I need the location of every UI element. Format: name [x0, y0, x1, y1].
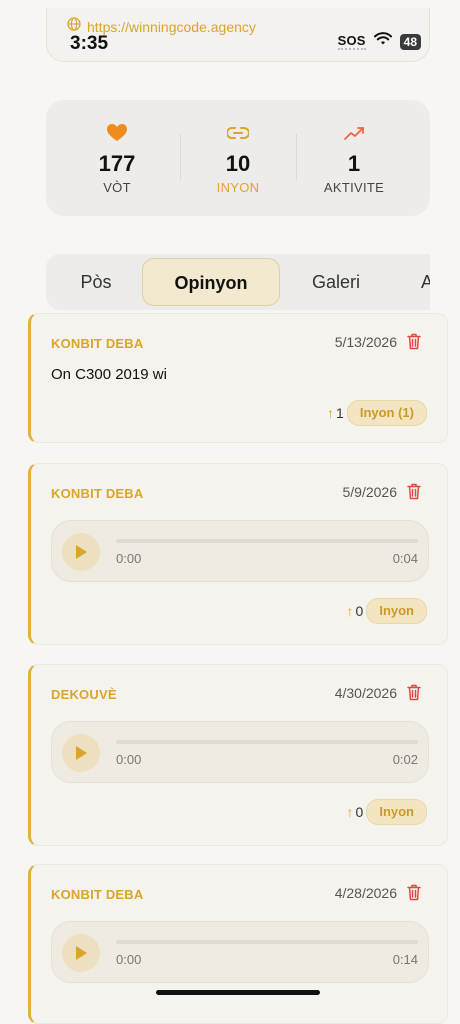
- play-button[interactable]: [62, 734, 100, 772]
- trending-up-icon: [299, 122, 409, 144]
- audio-progress-track[interactable]: [116, 740, 418, 744]
- audio-current-time: 0:00: [116, 752, 142, 767]
- url-text[interactable]: https://winningcode.agency: [87, 19, 256, 35]
- battery-indicator: 48: [399, 33, 421, 50]
- stat-votes: 177 VÒT: [62, 122, 172, 195]
- tab-posts[interactable]: Pòs: [56, 258, 136, 306]
- play-icon: [76, 946, 87, 960]
- play-icon: [76, 545, 87, 559]
- trash-icon[interactable]: [407, 483, 421, 505]
- vote-count: 0: [355, 603, 364, 619]
- card-date: 4/30/2026: [334, 685, 397, 701]
- card-date: 4/28/2026: [334, 885, 397, 901]
- opinion-card: DEKOUVÈ 4/30/2026 0:00 0:02 ↑ 0 Inyon: [28, 664, 448, 846]
- upvote-icon[interactable]: ↑: [347, 804, 354, 820]
- link-button[interactable]: Inyon: [366, 799, 427, 825]
- opinion-card: KONBIT DEBA 5/13/2026 On C300 2019 wi ↑ …: [28, 313, 448, 443]
- status-time: 3:35: [70, 33, 109, 54]
- stat-links[interactable]: 10 INYON: [183, 122, 293, 195]
- votes-count: 177: [98, 151, 136, 176]
- link-button[interactable]: Inyon (1): [346, 400, 427, 426]
- play-button[interactable]: [62, 934, 100, 972]
- audio-duration: 0:04: [392, 551, 418, 566]
- heart-icon: [62, 122, 172, 144]
- status-icons: SOS 48: [337, 32, 421, 51]
- play-icon: [76, 746, 87, 760]
- activity-label: AKTIVITE: [323, 180, 385, 195]
- stat-divider: [180, 134, 181, 180]
- sos-indicator: SOS: [337, 32, 366, 50]
- stat-activity: 1 AKTIVITE: [299, 122, 409, 195]
- vote-row: ↑ 0 Inyon: [347, 799, 427, 825]
- card-category: KONBIT DEBA: [51, 486, 144, 501]
- card-text: On C300 2019 wi: [51, 366, 167, 383]
- opinion-card: KONBIT DEBA 4/28/2026 0:00 0:14: [28, 864, 448, 1024]
- card-category: KONBIT DEBA: [51, 887, 144, 902]
- card-category: DEKOUVÈ: [51, 687, 117, 702]
- tab-gallery[interactable]: Galeri: [296, 258, 376, 306]
- audio-current-time: 0:00: [116, 551, 142, 566]
- vote-count: 1: [336, 405, 344, 421]
- activity-count: 1: [347, 151, 361, 176]
- tab-activity[interactable]: A: [412, 258, 430, 306]
- upvote-icon[interactable]: ↑: [327, 405, 334, 421]
- link-button[interactable]: Inyon: [366, 598, 427, 624]
- opinion-card: KONBIT DEBA 5/9/2026 0:00 0:04 ↑ 0 Inyon: [28, 463, 448, 645]
- audio-player: 0:00 0:04: [51, 520, 429, 582]
- link-icon: [183, 122, 293, 144]
- home-indicator[interactable]: [156, 990, 320, 995]
- audio-progress-track[interactable]: [116, 940, 418, 944]
- links-count: 10: [225, 151, 251, 176]
- browser-url-bar[interactable]: https://winningcode.agency 3:35 SOS 48: [46, 8, 430, 62]
- votes-label: VÒT: [103, 180, 131, 195]
- card-category: KONBIT DEBA: [51, 336, 144, 351]
- card-date: 5/13/2026: [334, 334, 397, 350]
- tab-opinions[interactable]: Opinyon: [142, 258, 280, 306]
- trash-icon[interactable]: [407, 684, 421, 706]
- trash-icon[interactable]: [407, 884, 421, 906]
- content-tabs: Pòs Opinyon Galeri A: [46, 254, 430, 310]
- vote-row: ↑ 1 Inyon (1): [327, 400, 427, 426]
- audio-player: 0:00 0:02: [51, 721, 429, 783]
- wifi-icon: [373, 32, 392, 51]
- stats-panel: 177 VÒT 10 INYON 1 AKTIVITE: [46, 100, 430, 216]
- card-date: 5/9/2026: [342, 484, 398, 500]
- audio-progress-track[interactable]: [116, 539, 418, 543]
- audio-player: 0:00 0:14: [51, 921, 429, 983]
- audio-duration: 0:02: [392, 752, 418, 767]
- audio-duration: 0:14: [392, 952, 418, 967]
- audio-current-time: 0:00: [116, 952, 142, 967]
- play-button[interactable]: [62, 533, 100, 571]
- stat-divider: [296, 134, 297, 180]
- vote-row: ↑ 0 Inyon: [347, 598, 427, 624]
- trash-icon[interactable]: [407, 333, 421, 355]
- upvote-icon[interactable]: ↑: [347, 603, 354, 619]
- vote-count: 0: [355, 804, 364, 820]
- links-label: INYON: [216, 180, 260, 195]
